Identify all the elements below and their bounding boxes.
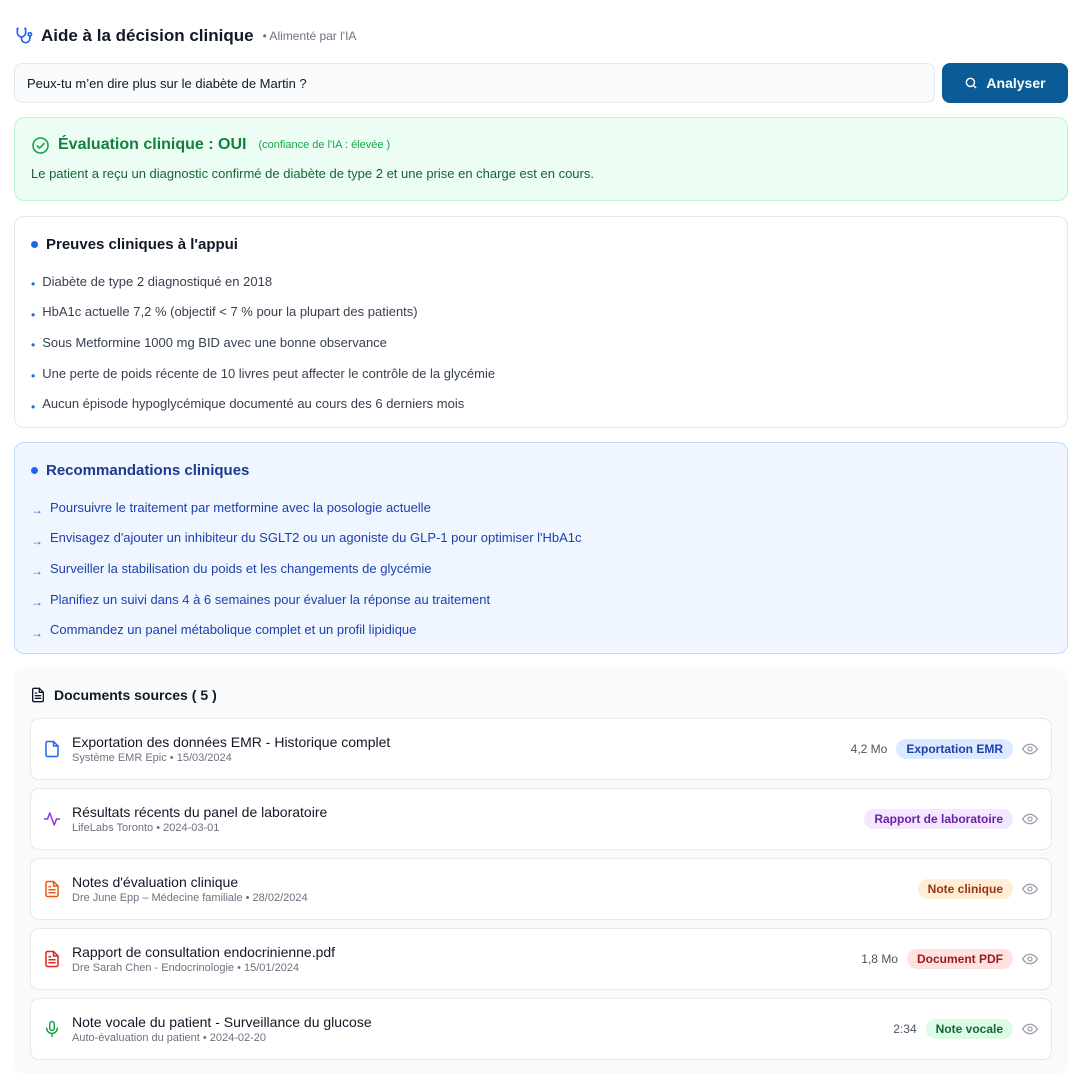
document-text: Exportation des données EMR - Historique…	[72, 734, 851, 764]
document-name: Exportation des données EMR - Historique…	[72, 734, 391, 750]
file-text-icon	[43, 880, 61, 898]
document-type-badge: Note vocale	[925, 1019, 1013, 1039]
document-row[interactable]: Notes d'évaluation clinique Dre June Epp…	[30, 858, 1052, 920]
document-list: Exportation des données EMR - Historique…	[30, 718, 1052, 1060]
document-text: Notes d'évaluation clinique Dre June Epp…	[72, 874, 918, 904]
file-text-icon	[43, 950, 61, 968]
arrow-right-icon: →	[31, 503, 43, 518]
list-item: → Planifiez un suivi dans 4 à 6 semaines …	[31, 584, 1051, 615]
page-subtitle: • Alimenté par l'IA	[262, 29, 357, 43]
activity-icon	[43, 810, 61, 828]
eye-icon[interactable]	[1022, 881, 1038, 897]
recommendation-item-text: Planifiez un suivi dans 4 à 6 semaines p…	[50, 591, 491, 607]
evaluation-text: Le patient a reçu un diagnostic confirmé…	[31, 166, 594, 181]
evidence-item-text: Une perte de poids récente de 10 livres …	[42, 365, 496, 381]
eye-icon[interactable]	[1022, 951, 1038, 967]
bullet-dot-icon	[31, 466, 38, 474]
list-item: • HbA1c actuelle 7,2 % (objectif < 7 % po…	[31, 297, 1051, 328]
document-type-badge: Exportation EMR	[896, 739, 1013, 759]
evaluation-card: Évaluation clinique : OUI (confiance de …	[14, 117, 1068, 201]
document-size: 1,8 Mo	[861, 952, 898, 966]
document-list-icon	[30, 687, 46, 703]
evidence-item-text: Aucun épisode hypoglycémique documenté a…	[42, 396, 465, 412]
evidence-title: Preuves cliniques à l'appui	[46, 235, 238, 253]
recommendations-list: → Poursuivre le traitement par metformine…	[31, 492, 1051, 645]
documents-title-close: )	[212, 687, 217, 703]
recommendation-item-text: Poursuivre le traitement par metformine …	[50, 499, 431, 515]
list-item: → Envisagez d'ajouter un inhibiteur du SG…	[31, 523, 1051, 554]
app-header: Aide à la décision clinique • Alimenté p…	[14, 24, 356, 48]
source-documents-card: Documents sources ( 5 ) Exportation des …	[14, 668, 1068, 1074]
document-size: 2:34	[893, 1022, 917, 1036]
document-text: Note vocale du patient - Surveillance du…	[72, 1014, 893, 1044]
bullet-icon: •	[31, 338, 36, 353]
arrow-right-icon: →	[31, 533, 43, 548]
query-input[interactable]	[14, 63, 935, 103]
stethoscope-icon	[14, 26, 34, 46]
bullet-dot-icon	[31, 240, 38, 248]
bullet-icon: •	[31, 307, 36, 322]
check-circle-icon	[31, 136, 50, 155]
recommendations-card: Recommandations cliniques → Poursuivre le…	[14, 442, 1068, 654]
analyze-button[interactable]: Analyser	[942, 63, 1068, 103]
document-text: Résultats récents du panel de laboratoir…	[72, 804, 864, 834]
list-item: • Diabète de type 2 diagnostiqué en 2018	[31, 266, 1051, 297]
document-name: Résultats récents du panel de laboratoir…	[72, 804, 328, 820]
document-name: Rapport de consultation endocrinienne.pd…	[72, 944, 336, 960]
recommendation-item-text: Envisagez d'ajouter un inhibiteur du SGL…	[50, 530, 582, 546]
evaluation-title: Évaluation clinique : OUI	[58, 136, 247, 153]
evidence-item-text: Sous Metformine 1000 mg BID avec une bon…	[42, 334, 387, 350]
evidence-card: Preuves cliniques à l'appui • Diabète de …	[14, 216, 1068, 428]
document-name: Notes d'évaluation clinique	[72, 874, 239, 890]
arrow-right-icon: →	[31, 625, 43, 640]
document-meta: Système EMR Epic • 15/03/2024	[72, 752, 232, 764]
recommendation-item-text: Commandez un panel métabolique complet e…	[50, 622, 417, 638]
document-size: 4,2 Mo	[850, 742, 888, 756]
document-name: Note vocale du patient - Surveillance du…	[72, 1014, 372, 1030]
search-bar: Analyser	[14, 63, 1068, 103]
document-row[interactable]: Note vocale du patient - Surveillance du…	[30, 998, 1052, 1060]
documents-title: Documents sources (	[54, 687, 197, 703]
document-row[interactable]: Résultats récents du panel de laboratoir…	[30, 788, 1052, 850]
bullet-icon: •	[31, 369, 36, 384]
list-item: • Sous Metformine 1000 mg BID avec une bo…	[31, 327, 1051, 358]
arrow-right-icon: →	[31, 564, 43, 579]
document-row[interactable]: Exportation des données EMR - Historique…	[30, 718, 1052, 780]
confidence-label: (confiance de l'IA : élevée )	[258, 139, 391, 151]
list-item: • Une perte de poids récente de 10 livres…	[31, 358, 1051, 389]
arrow-right-icon: →	[31, 595, 43, 610]
search-icon	[964, 76, 978, 90]
document-type-badge: Note clinique	[917, 879, 1013, 899]
document-meta: Dre June Epp – Médecine familiale • 28/0…	[72, 892, 308, 904]
document-row[interactable]: Rapport de consultation endocrinienne.pd…	[30, 928, 1052, 990]
list-item: → Surveiller la stabilisation du poids et…	[31, 553, 1051, 584]
documents-count: 5	[200, 687, 209, 703]
document-text: Rapport de consultation endocrinienne.pd…	[72, 944, 861, 974]
bullet-icon: •	[31, 399, 36, 414]
document-type-badge: Rapport de laboratoire	[864, 809, 1013, 829]
document-meta: Dre Sarah Chen - Endocrinologie • 15/01/…	[72, 962, 300, 974]
document-type-badge: Document PDF	[906, 949, 1013, 969]
bullet-icon: •	[31, 277, 36, 292]
eye-icon[interactable]	[1022, 741, 1038, 757]
recommendations-title: Recommandations cliniques	[46, 461, 250, 479]
evidence-item-text: HbA1c actuelle 7,2 % (objectif < 7 % pou…	[42, 304, 418, 320]
recommendation-item-text: Surveiller la stabilisation du poids et …	[50, 560, 432, 576]
eye-icon[interactable]	[1022, 811, 1038, 827]
list-item: → Poursuivre le traitement par metformine…	[31, 492, 1051, 523]
list-item: → Commandez un panel métabolique complet …	[31, 614, 1051, 645]
file-icon	[43, 740, 61, 758]
eye-icon[interactable]	[1022, 1021, 1038, 1037]
mic-icon	[43, 1020, 61, 1038]
page-title: Aide à la décision clinique	[41, 26, 254, 45]
analyze-button-label: Analyser	[986, 75, 1046, 91]
list-item: • Aucun épisode hypoglycémique documenté …	[31, 388, 1051, 419]
document-meta: Auto-évaluation du patient • 2024-02-20	[72, 1032, 267, 1044]
document-meta: LifeLabs Toronto • 2024-03-01	[72, 822, 220, 834]
evidence-list: • Diabète de type 2 diagnostiqué en 2018 …	[31, 266, 1051, 419]
evidence-item-text: Diabète de type 2 diagnostiqué en 2018	[42, 273, 273, 289]
